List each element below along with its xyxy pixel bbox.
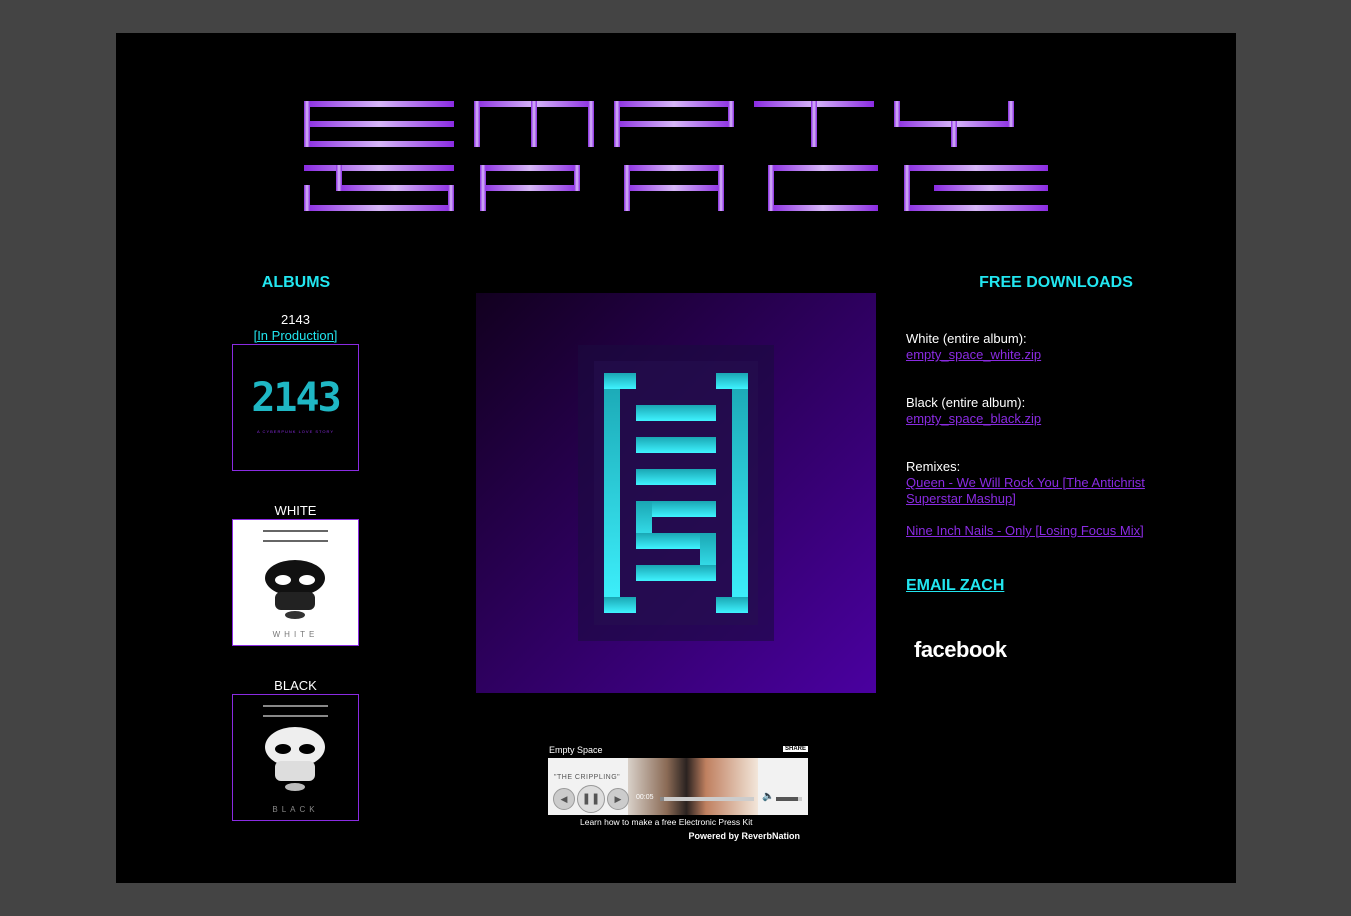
album-white: WHITE WHITE	[232, 503, 359, 646]
volume-icon[interactable]: 🔈	[762, 791, 774, 802]
previous-button[interactable]: ◀	[553, 788, 575, 810]
player-banner: "THE CRIPPLING" ◀ ❚❚ ▶ 00:05 🔈	[548, 758, 808, 815]
download-black-label: Black (entire album):	[906, 395, 1026, 410]
album-2143: 2143 [In Production] 2143 A CYBERPUNK LO…	[232, 312, 359, 471]
player-title: Empty Space	[549, 745, 603, 755]
skull-icon	[265, 727, 325, 791]
next-button[interactable]: ▶	[607, 788, 629, 810]
album-black: BLACK BLACK	[232, 678, 359, 821]
download-black-group: Black (entire album): empty_space_black.…	[906, 395, 1166, 427]
album-black-cover-title: BLACK	[272, 805, 319, 814]
downloads-list: White (entire album): empty_space_white.…	[906, 331, 1166, 571]
album-2143-cover-title: 2143	[251, 375, 341, 421]
reverbnation-player: Empty Space SHARE "THE CRIPPLING" ◀ ❚❚ ▶…	[548, 743, 808, 845]
downloads-heading: FREE DOWNLOADS	[979, 274, 1133, 291]
player-artwork	[628, 758, 758, 815]
download-white-group: White (entire album): empty_space_white.…	[906, 331, 1166, 363]
player-tagline-link[interactable]: Learn how to make a free Electronic Pres…	[580, 817, 752, 827]
progress-fill	[660, 797, 664, 801]
remixes-group: Remixes: Queen - We Will Rock You [The A…	[906, 459, 1166, 539]
powered-by-reverbnation[interactable]: Powered by ReverbNation	[688, 831, 800, 841]
download-white-label: White (entire album):	[906, 331, 1027, 346]
volume-slider[interactable]	[776, 797, 802, 801]
album-2143-name: 2143	[281, 312, 310, 327]
pause-button[interactable]: ❚❚	[577, 785, 605, 813]
email-zach-link[interactable]: EMAIL ZACH	[906, 577, 1004, 595]
player-track-name: "THE CRIPPLING"	[554, 774, 621, 781]
hero-logo-image	[476, 293, 876, 693]
album-white-name: WHITE	[274, 503, 317, 518]
site-logo	[304, 101, 1048, 211]
skull-icon	[265, 560, 325, 619]
album-black-cover[interactable]: BLACK	[232, 694, 359, 821]
progress-track[interactable]	[660, 797, 754, 801]
player-time: 00:05	[636, 794, 654, 801]
facebook-link[interactable]: facebook	[914, 637, 1007, 663]
albums-heading: ALBUMS	[261, 274, 331, 291]
page-container: ALBUMS 2143 [In Production] 2143 A CYBER…	[116, 33, 1236, 883]
volume-fill	[776, 797, 799, 801]
album-2143-cover-caption: A CYBERPUNK LOVE STORY	[257, 429, 334, 434]
remix-queen-link[interactable]: Queen - We Will Rock You [The Antichrist…	[906, 475, 1161, 507]
album-black-name: BLACK	[274, 678, 317, 693]
album-white-cover-title: WHITE	[272, 630, 319, 639]
album-2143-cover[interactable]: 2143 A CYBERPUNK LOVE STORY	[232, 344, 359, 471]
remixes-label: Remixes:	[906, 459, 961, 474]
download-white-link[interactable]: empty_space_white.zip	[906, 347, 1166, 363]
album-2143-status-link[interactable]: [In Production]	[232, 328, 359, 344]
download-black-link[interactable]: empty_space_black.zip	[906, 411, 1166, 427]
share-button[interactable]: SHARE	[782, 746, 808, 752]
remix-nin-link[interactable]: Nine Inch Nails - Only [Losing Focus Mix…	[906, 523, 1166, 539]
album-white-cover[interactable]: WHITE	[232, 519, 359, 646]
